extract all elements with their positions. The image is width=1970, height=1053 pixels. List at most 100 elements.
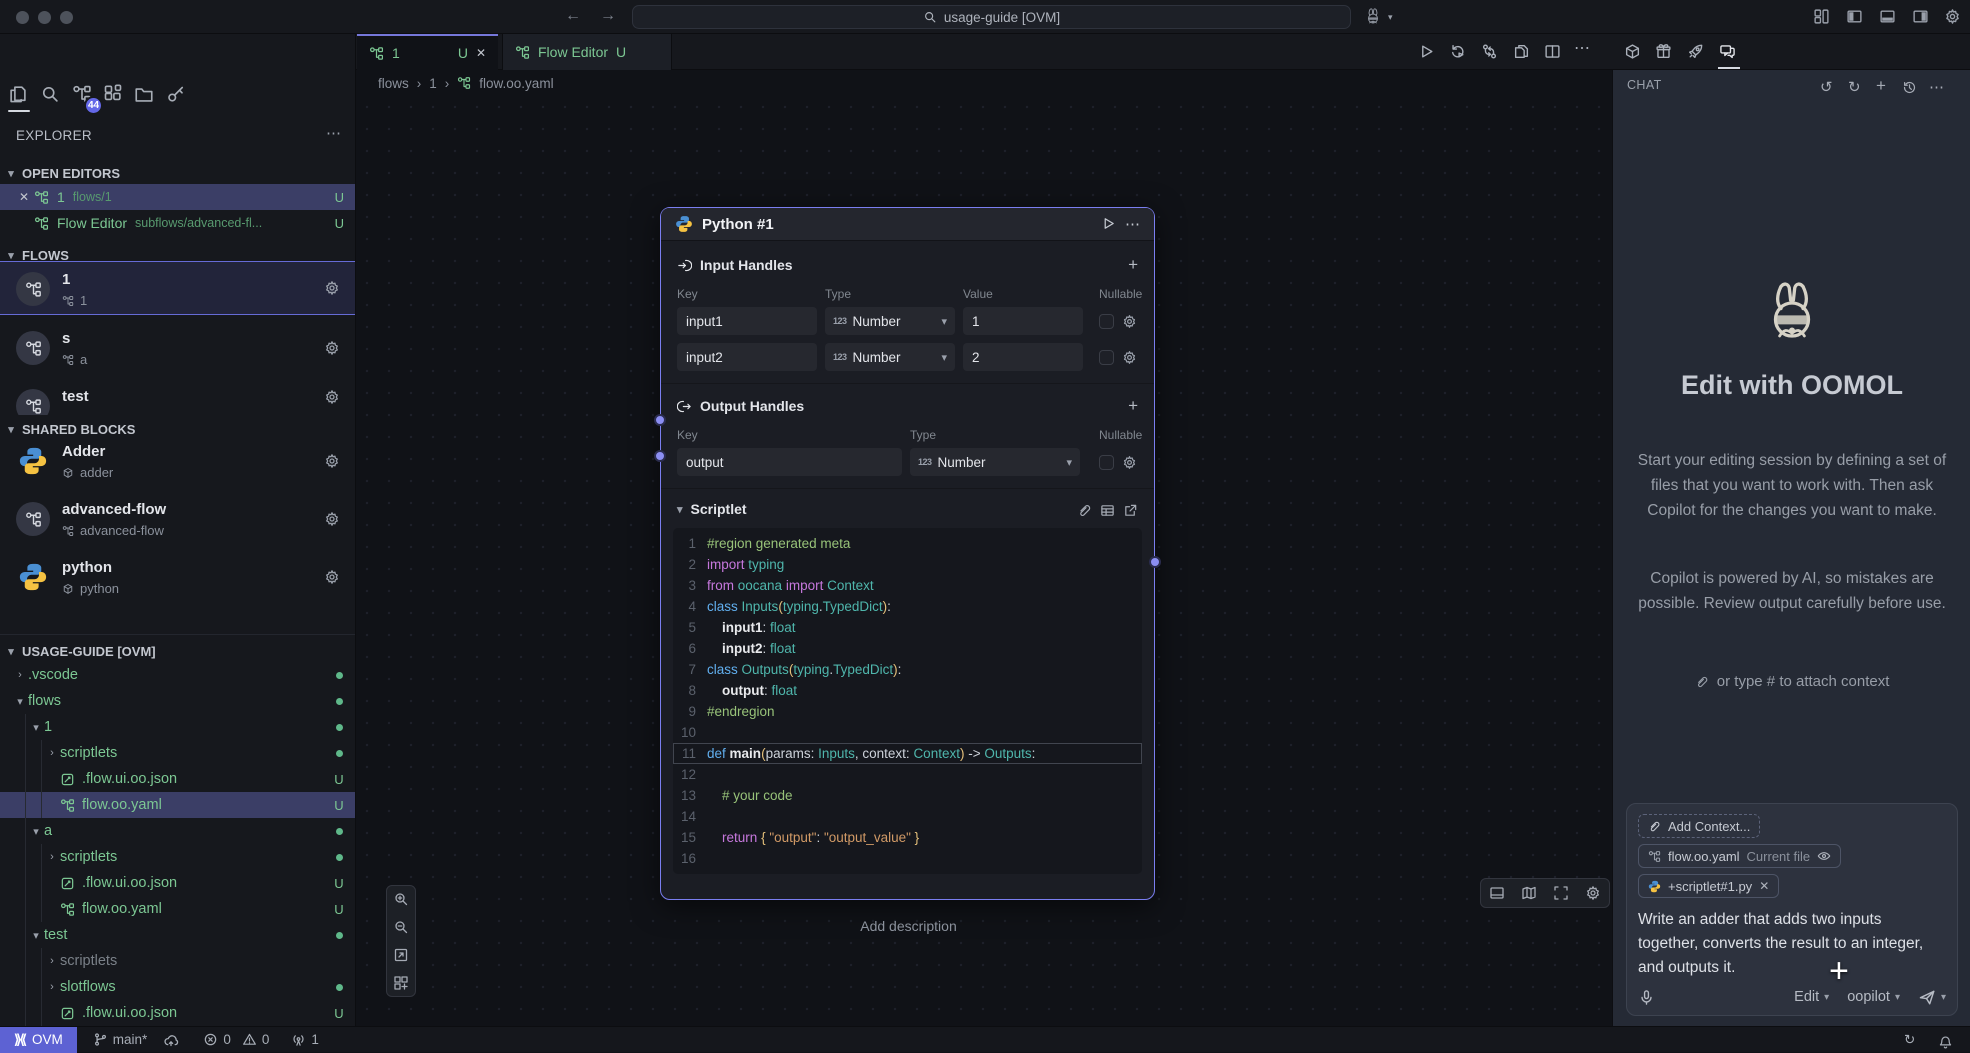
close-icon[interactable]: ✕ [14,190,34,204]
chat-more-icon[interactable]: ⋯ [1929,78,1944,96]
tab-flow-editor[interactable]: Flow Editor U [502,34,672,70]
code-line[interactable]: 9#endregion [673,701,1142,722]
customize-layout-icon[interactable] [1813,8,1830,26]
oomol-rabbit-icon[interactable] [1364,8,1382,26]
close-icon[interactable]: ✕ [476,46,486,60]
tree-row[interactable]: ▾ flows [0,688,356,714]
tree-row[interactable]: ▾ a [0,818,356,844]
gear-icon[interactable] [324,339,340,357]
output-key-input[interactable]: output [677,448,902,476]
open-editor-item[interactable]: ✕ 1 flows/1 U [0,184,356,210]
explorer-more-icon[interactable]: ⋯ [326,124,341,142]
rocket-panel-icon[interactable] [1687,43,1704,61]
command-center-search[interactable]: usage-guide [OVM] [632,5,1351,29]
tree-row[interactable]: › .vscode [0,662,356,688]
code-line[interactable]: 7class Outputs(typing.TypedDict): [673,659,1142,680]
nav-forward-icon[interactable]: → [597,7,619,25]
model-selector[interactable]: oopilot▾ [1847,989,1900,1005]
shared-block-card[interactable]: advanced-flow advanced-flow [0,492,356,546]
open-external-icon[interactable] [1123,501,1138,518]
tree-row[interactable]: .flow.ui.oo.json U [0,870,356,896]
chat-composer[interactable]: Add Context... flow.oo.yaml Current file… [1626,803,1958,1016]
tree-row[interactable]: › scriptlets [0,740,356,766]
run-node-icon[interactable] [1101,215,1116,233]
input-key-field[interactable]: input1 [677,307,817,335]
handle-gear-icon[interactable] [1122,349,1138,366]
window-minimize-button[interactable] [38,11,51,24]
code-line[interactable]: 6 input2: float [673,638,1142,659]
code-line[interactable]: 15 return { "output": "output_value" } [673,827,1142,848]
problems-status[interactable]: 0 0 [203,1032,269,1047]
key-activity-icon[interactable] [166,84,186,104]
shared-block-card[interactable]: python python [0,550,356,604]
output-connector[interactable] [1149,556,1161,568]
window-maximize-button[interactable] [60,11,73,24]
gear-icon[interactable] [324,279,340,297]
search-activity-icon[interactable] [40,84,60,104]
sync-icon[interactable]: ↻ [1904,1032,1915,1048]
settings-gear-icon[interactable] [1944,8,1961,26]
output-type-select[interactable]: 123 Number ▾ [910,448,1080,476]
code-line[interactable]: 14 [673,806,1142,827]
project-section-header[interactable]: ▾ USAGE-GUIDE [OVM] [0,640,356,662]
input-key-field[interactable]: input2 [677,343,817,371]
git-branch-status[interactable]: main* [93,1032,148,1047]
scriptlet-code-editor[interactable]: 1#region generated meta2import typing3fr… [673,528,1142,874]
breadcrumb-item[interactable]: flows [378,76,409,91]
code-line[interactable]: 11def main(params: Inputs, context: Cont… [673,743,1142,764]
send-button[interactable]: ▾ [1918,988,1946,1006]
compare-changes-icon[interactable] [1481,43,1498,61]
flow-card[interactable]: 1 1 [0,261,356,315]
add-context-chip[interactable]: Add Context... [1638,814,1760,838]
grid-view-icon[interactable] [393,974,409,992]
copy-file-icon[interactable] [1513,43,1530,61]
open-editors-header[interactable]: ▾ OPEN EDITORS [0,162,356,184]
gear-icon[interactable] [324,510,340,528]
code-line[interactable]: 13 # your code [673,785,1142,806]
extensions-activity-icon[interactable] [103,84,123,104]
toggle-panel-icon[interactable] [1879,8,1896,26]
gear-icon[interactable] [324,452,340,470]
gear-icon[interactable] [324,568,340,586]
breadcrumb-item[interactable]: 1 [429,76,437,91]
new-chat-icon[interactable]: + [1876,76,1886,96]
add-description-button[interactable]: Add description [356,918,1461,934]
split-editor-icon[interactable] [1544,43,1561,61]
breadcrumb-item[interactable]: flow.oo.yaml [479,76,553,91]
tree-row[interactable]: › scriptlets [0,948,356,974]
code-line[interactable]: 1#region generated meta [673,533,1142,554]
remote-indicator[interactable]: ⟫⟪ OVM [0,1027,77,1053]
attach-icon[interactable] [1077,501,1092,518]
tree-row[interactable]: .flow.ui.oo.json U [0,1000,356,1026]
nullable-checkbox[interactable] [1099,314,1114,329]
tab-flow-1[interactable]: 1 U ✕ [357,34,498,70]
eye-icon[interactable] [1817,849,1831,864]
gift-panel-icon[interactable] [1655,43,1672,61]
minimap-icon[interactable] [1521,884,1537,902]
tree-row[interactable]: flow.oo.yaml U [0,792,356,818]
rerun-icon[interactable] [1449,43,1466,61]
flow-canvas[interactable]: Python #1 ⋯ Input Handles + Key Type Val… [356,96,1612,1026]
code-line[interactable]: 8 output: float [673,680,1142,701]
console-icon[interactable] [1489,884,1505,902]
handle-gear-icon[interactable] [1122,454,1138,471]
chat-prompt-text[interactable]: Write an adder that adds two inputs toge… [1638,908,1946,980]
ports-status[interactable]: 1 [291,1032,319,1047]
chat-history-icon[interactable] [1902,78,1917,95]
run-flow-icon[interactable] [1418,43,1435,61]
nav-back-icon[interactable]: ← [562,7,584,25]
window-close-button[interactable] [16,11,29,24]
tree-row[interactable]: › scriptlets [0,844,356,870]
tree-row[interactable]: .flow.ui.oo.json U [0,766,356,792]
mic-icon[interactable] [1638,989,1655,1006]
fullscreen-icon[interactable] [1553,884,1569,902]
chat-panel-icon[interactable] [1719,43,1736,61]
context-chip[interactable]: flow.oo.yaml Current file [1638,844,1841,868]
tree-row[interactable]: flow.oo.yaml U [0,896,356,922]
zoom-out-icon[interactable] [393,918,409,936]
canvas-settings-icon[interactable] [1585,884,1601,902]
mode-selector[interactable]: Edit▾ [1794,989,1829,1005]
add-output-icon[interactable]: + [1128,396,1138,416]
handle-gear-icon[interactable] [1122,313,1138,330]
export-image-icon[interactable] [393,946,409,964]
